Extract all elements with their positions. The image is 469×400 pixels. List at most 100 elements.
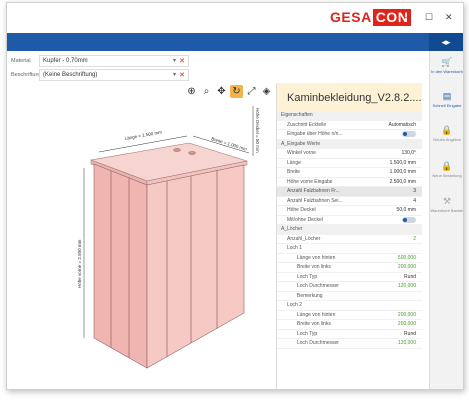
logo-left: GESA: [330, 9, 372, 25]
sidebar-item[interactable]: 🔒 Neue Bestellung: [430, 161, 463, 178]
property-label: Höhe Deckel: [287, 207, 316, 214]
toggle-switch[interactable]: [402, 131, 416, 138]
property-value[interactable]: 120,000: [398, 340, 416, 346]
property-value[interactable]: 4: [413, 198, 416, 204]
3d-viewport[interactable]: Länge = 1.500 mm Breite = 1.000 mm Höhe …: [7, 98, 277, 388]
property-value[interactable]: 200,000: [398, 312, 416, 318]
property-value[interactable]: 130,0°: [401, 150, 416, 156]
property-row[interactable]: Mit/ohne Deckel: [277, 216, 422, 225]
property-row[interactable]: Anzahl_Löcher 2: [277, 235, 422, 244]
property-row[interactable]: Loch Durchmesser 120,000: [277, 339, 422, 349]
property-value[interactable]: 200,000: [398, 321, 416, 327]
property-label: Länge: [287, 159, 301, 166]
sidebar-item[interactable]: 🔒 Neues Angebot: [430, 125, 463, 142]
property-label: Loch Typ: [297, 330, 318, 337]
property-row[interactable]: Anzahl Falzbahnen Sei... 4: [277, 197, 422, 206]
header-bar: [7, 33, 463, 51]
zoom-fit-icon[interactable]: ⊕: [185, 85, 198, 98]
sidebar-label: In den Warenkorb: [431, 69, 463, 74]
property-value[interactable]: 2.500,0 mm: [390, 179, 416, 185]
3d-view-icon[interactable]: ◈: [260, 85, 273, 98]
property-value[interactable]: 2: [413, 236, 416, 242]
property-row[interactable]: Breite 1.000,0 mm: [277, 168, 422, 178]
property-value[interactable]: 1.500,0 mm: [390, 160, 416, 166]
property-value[interactable]: 1.000,0 mm: [390, 169, 416, 175]
sidebar-label: Warenkorb Bacher: [430, 208, 464, 213]
sidebar-icon: 🔒: [441, 161, 453, 171]
title-bar: GESA CON – ☐ ✕: [7, 3, 463, 33]
hole-2: [173, 148, 181, 152]
property-value[interactable]: 120,000: [398, 283, 416, 289]
property-list: Eigenschaften Zuschnitt Eckteile Automatis…: [277, 111, 422, 349]
property-row[interactable]: Winkel vorne 130,0°: [277, 149, 422, 159]
beschriftung-value: (Keine Beschriftung): [43, 72, 98, 78]
sidebar-item[interactable]: 🛒 In den Warenkorb: [430, 57, 463, 74]
material-select[interactable]: Kupfer - 0,70mm ▾ ✕: [39, 55, 189, 67]
property-row[interactable]: Loch Durchmesser 120,000: [277, 282, 422, 292]
property-label: Bemerkung: [297, 292, 323, 299]
property-label: Eingabe über Höhe n/n...: [287, 131, 343, 138]
property-row[interactable]: Loch 2: [277, 301, 422, 311]
property-label: Loch Typ: [297, 273, 318, 280]
clear-icon[interactable]: ✕: [179, 57, 185, 65]
property-value[interactable]: Automatisch: [388, 122, 416, 128]
pan-icon[interactable]: ✥: [215, 85, 228, 98]
property-row[interactable]: Länge von hinten 500,000: [277, 254, 422, 263]
section-header[interactable]: Eigenschaften: [277, 111, 422, 121]
property-row[interactable]: Höhe vorne Eingabe 2.500,0 mm: [277, 178, 422, 187]
property-label: Winkel vorne: [287, 150, 316, 157]
property-value[interactable]: 3: [413, 188, 416, 194]
sidebar-item[interactable]: ▤ Schnell Eingabe: [430, 91, 463, 108]
property-row[interactable]: Länge von hinten 200,000: [277, 311, 422, 320]
rotate-icon[interactable]: ↻: [230, 85, 243, 98]
hole-1: [188, 151, 196, 155]
property-value[interactable]: 200,000: [398, 264, 416, 270]
property-row[interactable]: Loch Typ Rund: [277, 330, 422, 339]
material-label: Material: [11, 58, 31, 64]
property-row[interactable]: Zuschnitt Eckteile Automatisch: [277, 121, 422, 130]
property-row[interactable]: Bemerkung: [277, 292, 422, 301]
property-label: Anzahl Falzbahnen Fr...: [287, 188, 340, 195]
property-label: Loch 2: [287, 302, 303, 309]
sidebar-icon: ⚒: [442, 196, 452, 206]
fit-screen-icon[interactable]: ⤢: [245, 85, 258, 98]
property-row[interactable]: Länge 1.500,0 mm: [277, 159, 422, 168]
property-value[interactable]: 50,0 mm: [397, 207, 416, 213]
front-face: [93, 163, 148, 369]
property-label: Breite von links: [297, 264, 331, 271]
property-row[interactable]: Anzahl Falzbahnen Fr... 3: [277, 187, 422, 197]
maximize-button[interactable]: ☐: [425, 12, 433, 23]
dim-label-deckel: Höhe Deckel = 50 mm: [255, 108, 260, 153]
section-header[interactable]: A_Löcher: [277, 225, 422, 235]
property-value[interactable]: 500,000: [398, 255, 416, 261]
chevron-down-icon[interactable]: ▾: [173, 71, 176, 78]
chevron-down-icon[interactable]: ▾: [173, 57, 176, 64]
view-toolbar: ⊕ ⌕ ✥ ↻ ⤢ ◈: [185, 85, 273, 98]
gesacon-logo: GESA CON: [329, 9, 412, 26]
sidebar-item[interactable]: ⚒ Warenkorb Bacher: [430, 196, 464, 213]
zoom-icon[interactable]: ⌕: [200, 85, 213, 98]
beschriftung-select[interactable]: (Keine Beschriftung) ▾ ✕: [39, 69, 189, 81]
property-value[interactable]: Rund: [404, 274, 416, 280]
dim-label-breite: Breite = 1.000 mm: [211, 136, 248, 152]
app-window: GESA CON – ☐ ✕ ◂▸ Material Kupfer - 0,70…: [6, 2, 464, 390]
section-header[interactable]: A_Eingabe Werte: [277, 139, 422, 149]
panel-title: Kaminbekleidung_V2.8.2....: [277, 83, 422, 111]
clear-icon[interactable]: ✕: [179, 71, 185, 79]
property-row[interactable]: Loch 1: [277, 244, 422, 254]
close-button[interactable]: ✕: [445, 12, 453, 23]
property-label: Zuschnitt Eckteile: [287, 121, 327, 128]
toggle-switch[interactable]: [402, 216, 416, 223]
property-row[interactable]: Loch Typ Rund: [277, 273, 422, 282]
property-label: Länge von hinten: [297, 311, 336, 318]
property-value[interactable]: Rund: [404, 331, 416, 337]
property-label: Länge von hinten: [297, 254, 336, 261]
collapse-sidebar-button[interactable]: ◂▸: [429, 33, 463, 51]
property-row[interactable]: Breite von links 200,000: [277, 263, 422, 273]
property-row[interactable]: Höhe Deckel 50,0 mm: [277, 206, 422, 216]
property-row[interactable]: Breite von links 200,000: [277, 320, 422, 330]
sidebar-label: Schnell Eingabe: [432, 103, 462, 108]
property-row[interactable]: Eingabe über Höhe n/n...: [277, 130, 422, 140]
minimize-button[interactable]: –: [405, 12, 410, 22]
property-label: A_Löcher: [281, 226, 303, 233]
